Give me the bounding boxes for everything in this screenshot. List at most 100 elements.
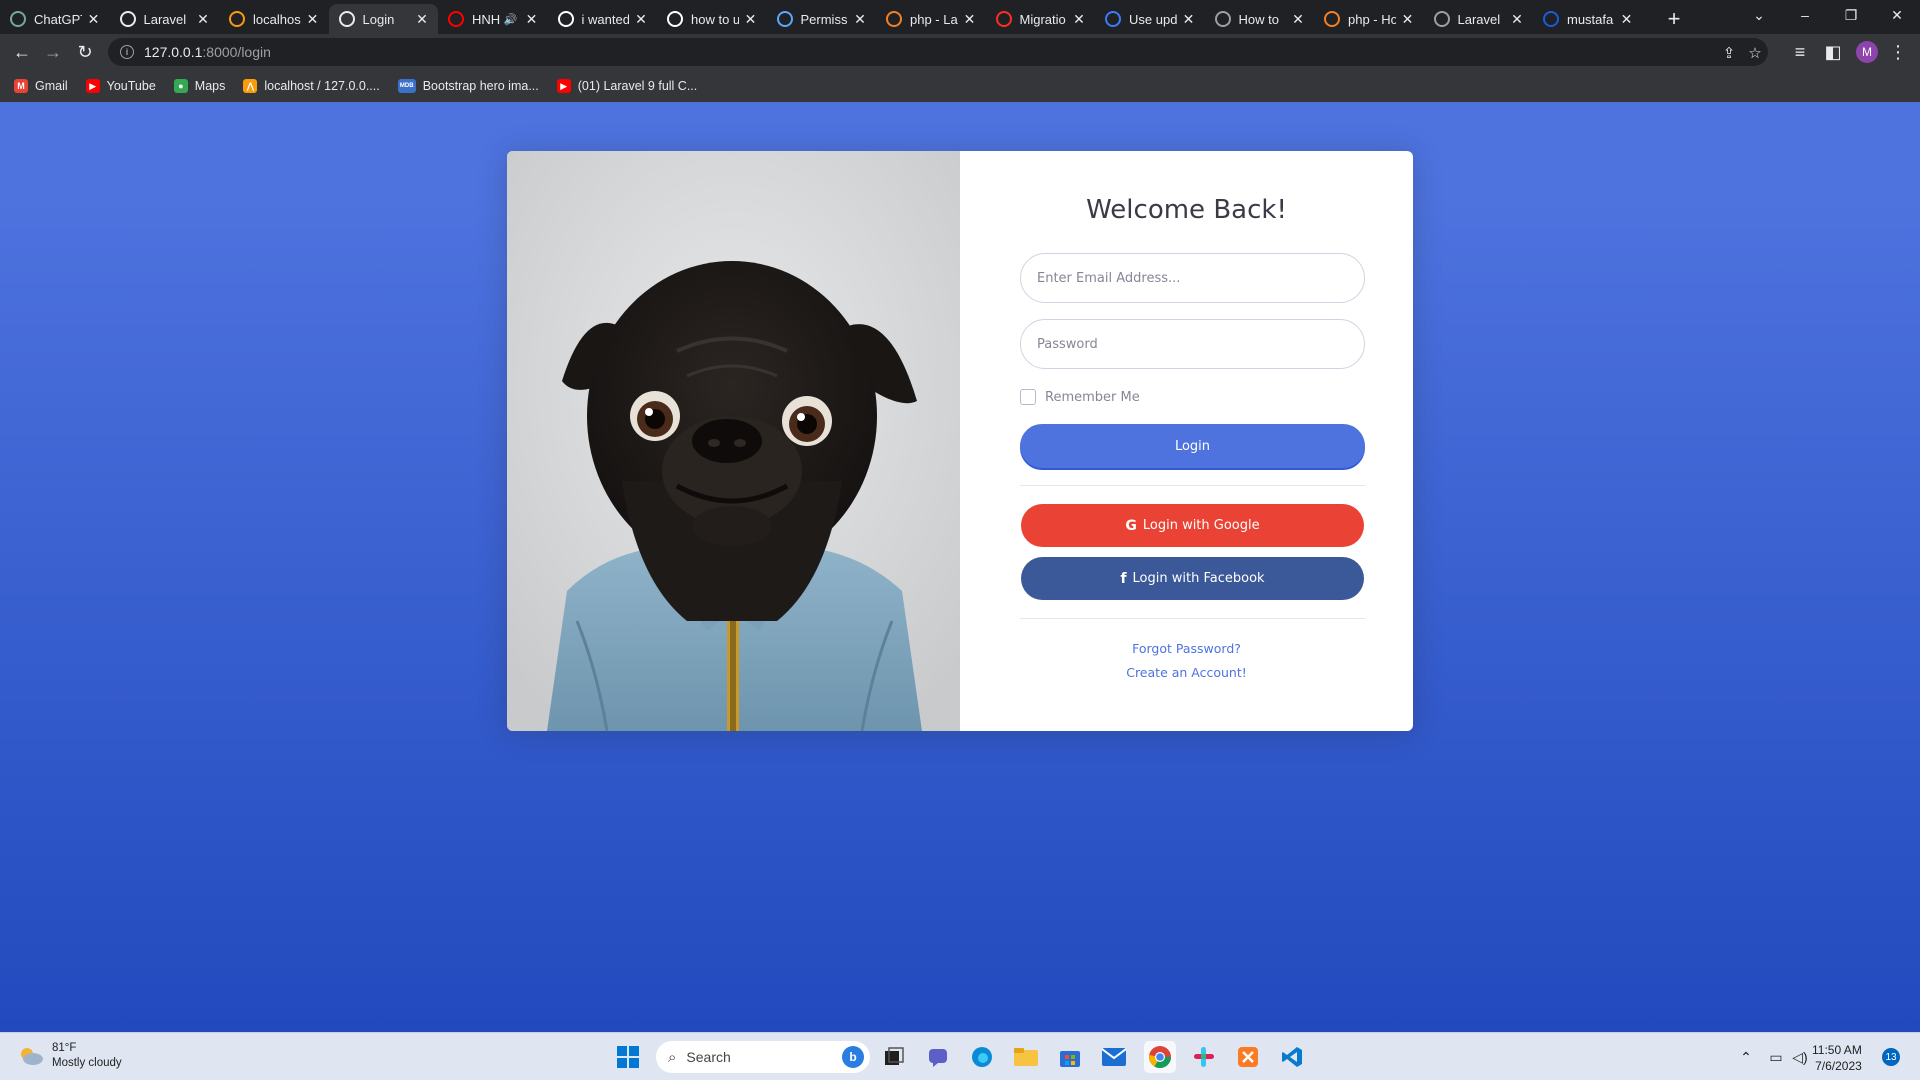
minimize-icon[interactable]: – xyxy=(1780,0,1830,30)
close-tab-icon[interactable]: ✕ xyxy=(1619,11,1635,27)
browser-tab[interactable]: Laravel ✕ xyxy=(1424,4,1534,34)
browser-tab[interactable]: Use upd ✕ xyxy=(1095,4,1205,34)
github-icon xyxy=(1214,11,1231,27)
task-view-icon[interactable] xyxy=(878,1041,910,1073)
browser-tab[interactable]: HNH 🔊 ✕ xyxy=(438,4,548,34)
bookmark-item[interactable]: ● Maps xyxy=(173,79,225,93)
side-panel-icon[interactable]: ◧ xyxy=(1819,38,1847,66)
bookmark-star-icon[interactable]: ☆ xyxy=(1744,42,1766,64)
close-tab-icon[interactable]: ✕ xyxy=(743,11,759,27)
google-icon: G xyxy=(1125,517,1137,534)
tab-title: Use upd xyxy=(1129,11,1177,27)
login-with-facebook-button[interactable]: f Login with Facebook xyxy=(1021,557,1364,600)
network-icon[interactable]: ▭ xyxy=(1766,1033,1786,1080)
close-tab-icon[interactable]: ✕ xyxy=(524,11,540,27)
vscode-icon[interactable] xyxy=(1276,1041,1308,1073)
reload-icon[interactable]: ↻ xyxy=(71,38,99,66)
remember-me-checkbox[interactable] xyxy=(1020,389,1036,405)
audio-playing-icon[interactable]: 🔊 xyxy=(504,13,518,26)
chatgpt-icon xyxy=(10,11,26,27)
weather-temp: 81°F xyxy=(52,1042,77,1054)
system-clock[interactable]: 11:50 AM 7/6/2023 xyxy=(1812,1042,1862,1074)
close-tab-icon[interactable]: ✕ xyxy=(195,11,211,27)
edge-icon[interactable] xyxy=(966,1041,998,1073)
bookmark-item[interactable]: M Gmail xyxy=(14,79,68,93)
bookmark-item[interactable]: ▶ (01) Laravel 9 full C... xyxy=(556,79,697,93)
teams-chat-icon[interactable] xyxy=(922,1041,954,1073)
google-icon xyxy=(557,11,574,27)
tab-title: how to u xyxy=(691,11,739,27)
taskbar-search[interactable]: ⌕ Search b xyxy=(656,1041,870,1073)
share-icon[interactable]: ⇪ xyxy=(1718,42,1740,64)
close-tab-icon[interactable]: ✕ xyxy=(414,11,430,27)
new-tab-button[interactable]: + xyxy=(1660,6,1688,32)
bookmark-label: YouTube xyxy=(106,79,156,93)
tray-overflow-icon[interactable]: ⌃ xyxy=(1736,1033,1756,1080)
address-bar[interactable]: i 127.0.0.1:8000/login ⇪ ☆ xyxy=(108,38,1768,66)
browser-tab[interactable]: How to ✕ xyxy=(1205,4,1315,34)
close-tab-icon[interactable]: ✕ xyxy=(1509,11,1525,27)
divider xyxy=(1020,618,1365,619)
close-tab-icon[interactable]: ✕ xyxy=(1181,11,1197,27)
browser-tab[interactable]: localhos ✕ xyxy=(219,4,329,34)
close-window-icon[interactable]: ✕ xyxy=(1872,0,1920,30)
address-url[interactable]: 127.0.0.1:8000/login xyxy=(144,44,271,60)
slack-icon[interactable] xyxy=(1188,1041,1220,1073)
tab-title: HNH xyxy=(472,11,501,27)
tab-title: ChatGPT xyxy=(34,11,82,27)
browser-tab[interactable]: ChatGPT✕ xyxy=(0,4,110,34)
laravel-icon xyxy=(995,11,1012,27)
globe-icon xyxy=(338,11,355,27)
media-control-icon[interactable]: ≡ xyxy=(1786,38,1814,66)
login-with-facebook-label: Login with Facebook xyxy=(1132,571,1265,586)
tab-title: localhos xyxy=(253,11,301,27)
bookmark-item[interactable]: MDB Bootstrap hero ima... xyxy=(397,79,539,93)
bookmark-item[interactable]: ▶ YouTube xyxy=(85,79,156,93)
remember-me[interactable]: Remember Me xyxy=(1020,389,1140,405)
browser-tab[interactable]: Permissi ✕ xyxy=(767,4,877,34)
browser-tab[interactable]: php - La ✕ xyxy=(876,4,986,34)
close-tab-icon[interactable]: ✕ xyxy=(852,11,868,27)
close-tab-icon[interactable]: ✕ xyxy=(86,11,102,27)
weather-widget[interactable]: 81°F Mostly cloudy xyxy=(18,1041,122,1071)
browser-tab[interactable]: php - Ho ✕ xyxy=(1314,4,1424,34)
volume-icon[interactable]: ◁) xyxy=(1790,1033,1810,1080)
close-tab-icon[interactable]: ✕ xyxy=(1071,11,1087,27)
xampp-icon[interactable] xyxy=(1232,1041,1264,1073)
page-content: Welcome Back! Remember Me Login G Login … xyxy=(0,102,1920,1032)
browser-tab[interactable]: Login ✕ xyxy=(328,4,438,34)
site-info-icon[interactable]: i xyxy=(120,45,134,59)
mdb-icon: MDB xyxy=(397,79,416,93)
browser-tab[interactable]: how to u ✕ xyxy=(657,4,767,34)
start-icon[interactable] xyxy=(612,1041,644,1073)
close-tab-icon[interactable]: ✕ xyxy=(962,11,978,27)
profile-avatar[interactable]: M xyxy=(1856,41,1878,63)
file-explorer-icon[interactable] xyxy=(1010,1041,1042,1073)
password-field[interactable] xyxy=(1020,319,1365,369)
tab-title: php - Ho xyxy=(1348,11,1396,27)
close-tab-icon[interactable]: ✕ xyxy=(633,11,649,27)
login-with-google-button[interactable]: G Login with Google xyxy=(1021,504,1364,547)
browser-tab[interactable]: Laravel ✕ xyxy=(110,4,220,34)
forgot-password-link[interactable]: Forgot Password? xyxy=(960,641,1413,656)
microsoft-store-icon[interactable] xyxy=(1054,1041,1086,1073)
email-field[interactable] xyxy=(1020,253,1365,303)
chrome-icon[interactable] xyxy=(1144,1041,1176,1073)
login-button[interactable]: Login xyxy=(1020,424,1365,468)
close-tab-icon[interactable]: ✕ xyxy=(1400,11,1416,27)
bookmark-item[interactable]: ⋀ localhost / 127.0.0.... xyxy=(243,79,380,93)
browser-tab[interactable]: mustafa ✕ xyxy=(1533,4,1643,34)
close-tab-icon[interactable]: ✕ xyxy=(1290,11,1306,27)
create-account-link[interactable]: Create an Account! xyxy=(960,665,1413,680)
url-path: :8000/login xyxy=(202,44,271,60)
forward-icon[interactable]: → xyxy=(39,38,67,66)
mail-icon[interactable] xyxy=(1098,1041,1130,1073)
browser-tab[interactable]: Migratio ✕ xyxy=(986,4,1096,34)
menu-icon[interactable]: ⋮ xyxy=(1884,38,1912,66)
back-icon[interactable]: ← xyxy=(8,38,36,66)
restore-icon[interactable]: ❐ xyxy=(1826,0,1876,30)
tab-search-icon[interactable]: ⌄ xyxy=(1734,0,1784,30)
notification-badge[interactable]: 13 xyxy=(1882,1048,1900,1066)
close-tab-icon[interactable]: ✕ xyxy=(305,11,321,27)
browser-tab[interactable]: i wanted ✕ xyxy=(548,4,658,34)
